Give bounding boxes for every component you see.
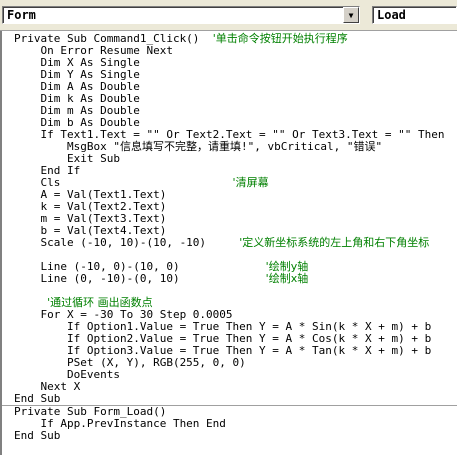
object-combo-value: Form	[7, 8, 36, 22]
code-line: Next X	[14, 381, 457, 393]
procedure-combo[interactable]: Load	[372, 6, 457, 24]
object-combo[interactable]: Form ▼	[2, 6, 360, 24]
code-comment: '绘制x轴	[265, 272, 309, 285]
code-statement: Line (0, -10)-(0, 10)	[14, 272, 180, 285]
code-text[interactable]: Private Sub Command1_Click() '单击命令按钮开始执行…	[2, 32, 457, 442]
code-line: Line (0, -10)-(0, 10) '绘制x轴	[14, 273, 457, 285]
procedure-combo-value: Load	[377, 8, 406, 22]
code-statement: Scale (-10, 10)-(10, -10)	[14, 236, 207, 249]
code-line: If App.PrevInstance Then End	[14, 418, 457, 430]
code-line: Exit Sub	[14, 153, 457, 165]
code-editor[interactable]: Private Sub Command1_Click() '单击命令按钮开始执行…	[0, 31, 457, 455]
code-line: End Sub	[14, 393, 457, 405]
code-line: Scale (-10, 10)-(10, -10) '定义新坐标系统的左上角和右…	[14, 237, 457, 249]
code-statement: End Sub	[14, 429, 61, 442]
code-comment: '定义新坐标系统的左上角和右下角坐标	[239, 236, 430, 249]
code-line: DoEvents	[14, 369, 457, 381]
code-window-toolbar: Form ▼ Load	[0, 0, 457, 31]
code-statement: End Sub	[14, 392, 61, 405]
code-line: End Sub	[14, 430, 457, 442]
code-comment: '单击命令按钮开始执行程序	[212, 32, 348, 45]
code-comment: '清屏幕	[232, 176, 269, 189]
object-combo-dropdown-icon[interactable]: ▼	[343, 7, 359, 23]
